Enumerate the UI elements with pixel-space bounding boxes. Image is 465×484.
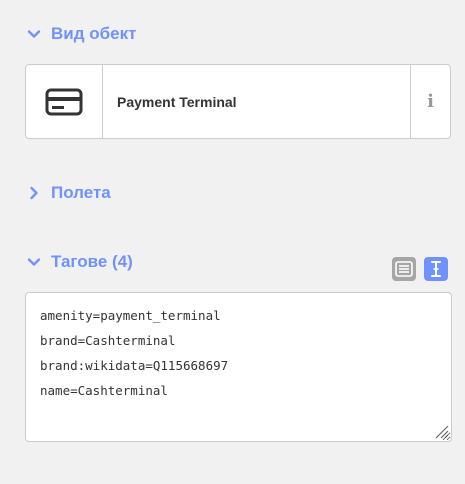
preset-name-button[interactable]: Payment Terminal [103,65,410,138]
info-icon: i [427,91,434,112]
chevron-down-icon [27,258,41,266]
fields-section-toggle[interactable]: Полета [26,183,111,203]
tag-view-toggle [384,257,448,281]
list-view-button[interactable] [392,257,416,281]
chevron-right-icon [30,186,38,200]
preset-section-title: Вид обект [51,24,137,43]
preset-icon-button[interactable] [26,65,103,138]
tag-line: brand:wikidata=Q115668697 [40,358,229,373]
fields-section-title: Полета [51,183,111,202]
resize-handle-icon[interactable] [433,423,449,439]
list-view-icon [395,261,413,277]
tags-section-title: Тагове (4) [51,252,133,271]
text-cursor-icon [431,261,441,277]
tag-text-editor[interactable]: amenity=payment_terminal brand=Cashtermi… [25,292,452,442]
credit-card-icon [45,88,83,115]
tag-line: brand=Cashterminal [40,333,176,348]
tags-section-toggle[interactable]: Тагове (4) [26,252,133,272]
tag-line: amenity=payment_terminal [40,308,221,323]
preset-card[interactable]: Payment Terminal i [25,64,451,139]
preset-name-label: Payment Terminal [117,93,237,110]
preset-info-button[interactable]: i [410,65,450,138]
chevron-down-icon [27,30,41,38]
tag-line: name=Cashterminal [40,383,168,398]
text-view-button[interactable] [424,257,448,281]
preset-section-toggle[interactable]: Вид обект [26,24,136,44]
